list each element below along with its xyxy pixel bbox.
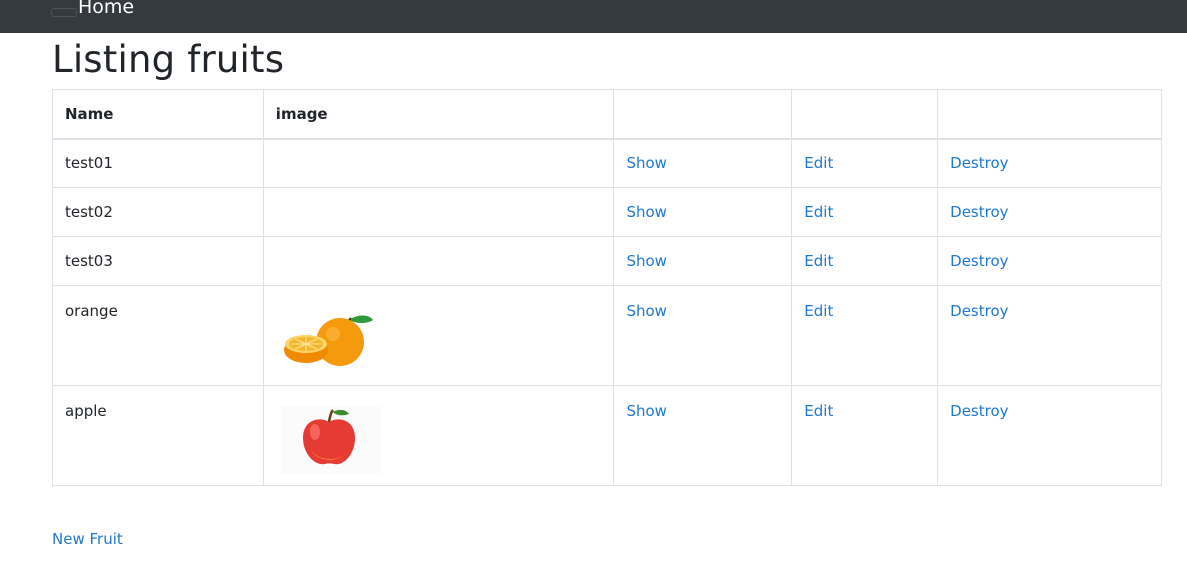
navbar: Home bbox=[0, 0, 1187, 33]
show-link[interactable]: Show bbox=[626, 203, 666, 221]
destroy-link[interactable]: Destroy bbox=[950, 252, 1008, 270]
edit-link[interactable]: Edit bbox=[804, 302, 833, 320]
table-row: test01 Show Edit Destroy bbox=[52, 138, 1162, 188]
show-link[interactable]: Show bbox=[626, 154, 666, 172]
edit-link[interactable]: Edit bbox=[804, 252, 833, 270]
table-row: apple Show Edit Destroy bbox=[52, 385, 1162, 486]
fruit-image-cell bbox=[262, 236, 615, 286]
column-header-show bbox=[613, 89, 793, 140]
new-fruit-link[interactable]: New Fruit bbox=[52, 529, 123, 549]
column-header-image: image bbox=[262, 89, 615, 140]
fruit-name-cell: test02 bbox=[52, 187, 264, 237]
orange-image bbox=[281, 306, 602, 376]
fruit-image-cell bbox=[262, 138, 615, 188]
edit-link[interactable]: Edit bbox=[804, 203, 833, 221]
page-title: Listing fruits bbox=[52, 38, 285, 81]
destroy-link[interactable]: Destroy bbox=[950, 154, 1008, 172]
table-row: orange Show Edit Destroy bbox=[52, 285, 1162, 386]
destroy-link[interactable]: Destroy bbox=[950, 203, 1008, 221]
table-row: test02 Show Edit Destroy bbox=[52, 187, 1162, 237]
fruit-name-cell: test01 bbox=[52, 138, 264, 188]
apple-image bbox=[280, 406, 602, 480]
column-header-name: Name bbox=[52, 89, 264, 140]
fruit-name-cell: test03 bbox=[52, 236, 264, 286]
destroy-link[interactable]: Destroy bbox=[950, 302, 1008, 320]
table-header-row: Name image bbox=[52, 89, 1162, 140]
show-link[interactable]: Show bbox=[626, 302, 666, 320]
navbar-toggler-button[interactable] bbox=[51, 8, 77, 17]
edit-link[interactable]: Edit bbox=[804, 154, 833, 172]
show-link[interactable]: Show bbox=[626, 402, 666, 420]
fruit-name-cell: orange bbox=[52, 285, 264, 386]
show-link[interactable]: Show bbox=[626, 252, 666, 270]
fruits-table: Name image test01 Show Edit Destroy test… bbox=[52, 89, 1162, 486]
destroy-link[interactable]: Destroy bbox=[950, 402, 1008, 420]
fruit-image-cell bbox=[262, 187, 615, 237]
column-header-edit bbox=[791, 89, 939, 140]
fruit-name-cell: apple bbox=[52, 385, 264, 486]
home-link[interactable]: Home bbox=[78, 0, 134, 19]
fruit-image-cell bbox=[262, 285, 615, 386]
table-row: test03 Show Edit Destroy bbox=[52, 236, 1162, 286]
fruit-image-cell bbox=[262, 385, 615, 486]
edit-link[interactable]: Edit bbox=[804, 402, 833, 420]
column-header-destroy bbox=[937, 89, 1162, 140]
